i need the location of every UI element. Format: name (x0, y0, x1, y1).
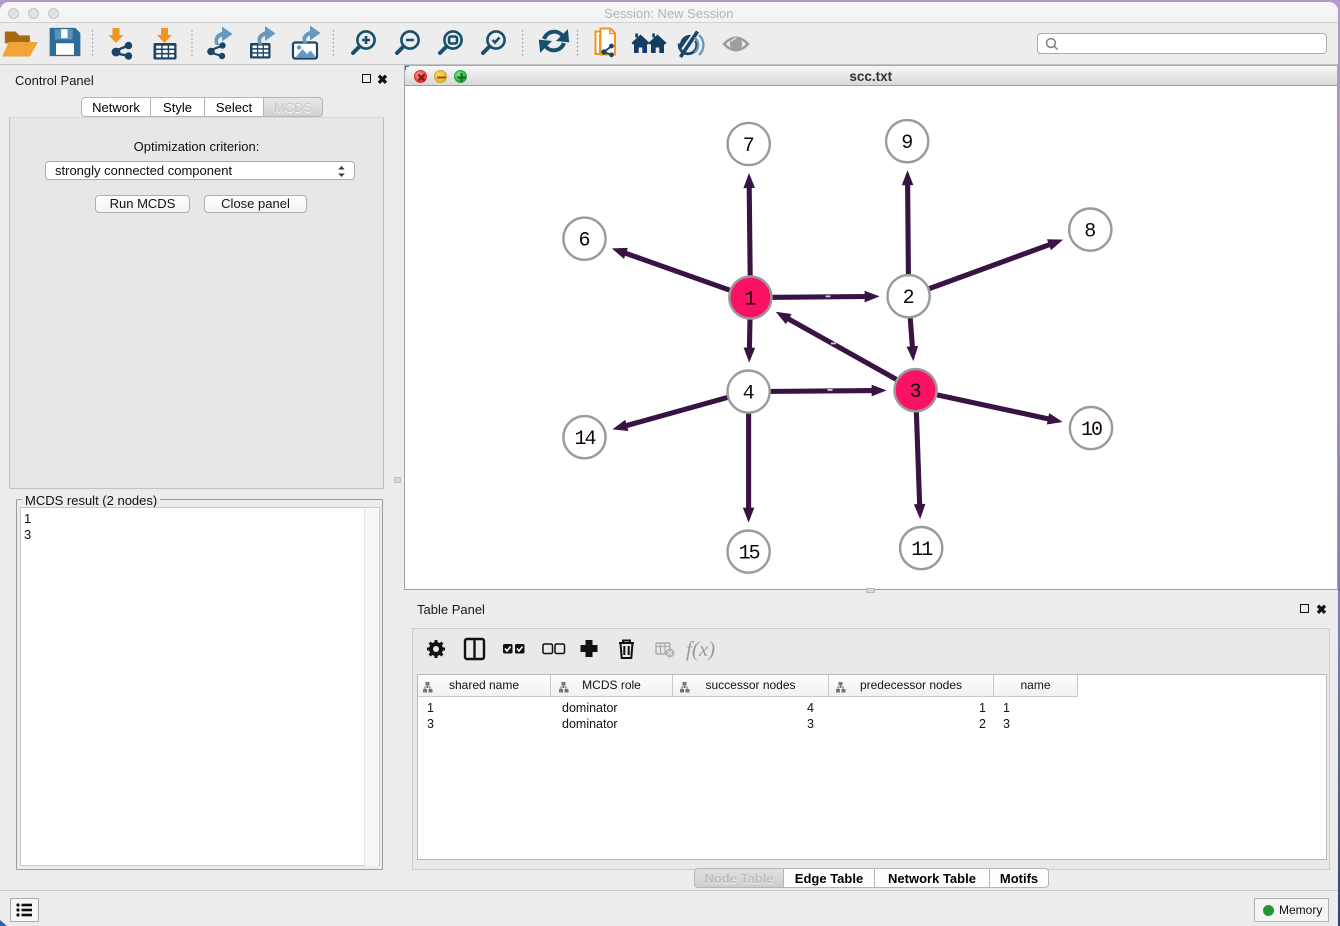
svg-text:f(x): f(x) (686, 637, 715, 661)
svg-text:14: 14 (574, 428, 595, 451)
svg-text:10: 10 (1081, 419, 1102, 442)
svg-text:1: 1 (744, 288, 756, 311)
svg-text:8: 8 (1084, 220, 1096, 243)
svg-text:3: 3 (910, 381, 922, 404)
svg-text:2: 2 (903, 287, 915, 310)
svg-text:11: 11 (911, 539, 933, 562)
svg-text:9: 9 (901, 132, 913, 155)
svg-text:6: 6 (578, 229, 590, 252)
svg-text:4: 4 (743, 382, 755, 405)
svg-text:15: 15 (739, 542, 760, 565)
svg-text:7: 7 (743, 135, 755, 158)
